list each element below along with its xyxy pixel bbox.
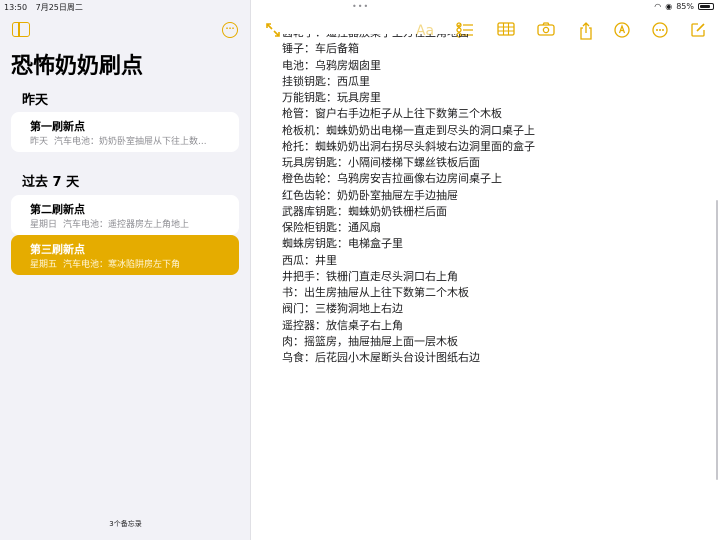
note-count: 3个备忘录 xyxy=(109,520,142,528)
status-right: ◠ ◉ 85% xyxy=(654,2,714,11)
note-line: 枪板机：蜘蛛奶奶出电梯一直走到尽头的洞口桌子上 xyxy=(282,123,535,137)
note-card-2[interactable]: 第二刷新点 星期日 汽车电池：遥控器房左上角地上 xyxy=(11,195,239,235)
multitasking-dots-icon[interactable]: ••• xyxy=(352,2,369,11)
battery-icon xyxy=(698,3,714,10)
note-line: 挂锁钥匙：西瓜里 xyxy=(282,74,370,88)
note-line: 肉：摇篮房，抽屉抽屉上面一层木板 xyxy=(282,334,458,348)
note-card-1[interactable]: 第一刷新点 昨天 汽车电池：奶奶卧室抽屉从下往上数... xyxy=(11,112,239,152)
note-line: 橙色齿轮：乌鸦房安吉拉画像右边房间桌子上 xyxy=(282,172,502,186)
note-line: 武器库钥匙：蜘蛛奶奶铁栅栏后面 xyxy=(282,204,447,218)
scrollbar[interactable] xyxy=(716,200,718,480)
note-line: 井把手：铁栅门直走尽头洞口右上角 xyxy=(282,269,458,283)
sidebar-toggle-icon[interactable] xyxy=(12,22,30,37)
note-line: 齿轮手：遥控器放桌子上方往上角地面 xyxy=(282,34,702,41)
note-date: 星期五 xyxy=(30,260,58,270)
status-date: 7月25日周二 xyxy=(35,3,83,12)
note-line: 枪管：窗户右手边柜子从上往下数第三个木板 xyxy=(282,107,502,121)
note-line: 电池：乌鸦房烟囱里 xyxy=(282,58,381,72)
note-card-3[interactable]: 第三刷新点 星期五 汽车电池：寒冰陷阱房左下角 xyxy=(11,235,239,275)
note-preview: 汽车电池：奶奶卧室抽屉从下往上数... xyxy=(54,137,207,147)
note-line: 阀门：三楼狗洞地上右边 xyxy=(282,302,403,316)
note-editor[interactable]: 齿轮手：遥控器放桌子上方往上角地面锤子：车后备箱电池：乌鸦房烟囱里挂锁钥匙：西瓜… xyxy=(282,34,702,514)
note-subtitle: 星期日 汽车电池：遥控器房左上角地上 xyxy=(30,217,231,230)
note-line: 玩具房钥匙：小隔间楼梯下螺丝铁板后面 xyxy=(282,156,480,169)
note-date: 昨天 xyxy=(30,137,49,147)
section-title-yesterday: 昨天 xyxy=(22,93,49,108)
status-left: 13:50 7月25日周二 xyxy=(4,2,89,13)
note-line: 书：出生房抽屉从上往下数第二个木板 xyxy=(282,286,469,299)
sidebar: ··· 恐怖奶奶刷点 昨天 第一刷新点 昨天 汽车电池：奶奶卧室抽屉从下往上数..… xyxy=(0,0,251,540)
more-options-icon[interactable]: ··· xyxy=(222,22,238,38)
note-line: 锤子：车后备箱 xyxy=(282,42,359,56)
note-line: 西瓜：井里 xyxy=(282,253,337,267)
note-title: 第三刷新点 xyxy=(30,243,85,256)
note-subtitle: 昨天 汽车电池：奶奶卧室抽屉从下往上数... xyxy=(30,134,231,147)
expand-icon[interactable] xyxy=(264,22,282,40)
note-line: 蜘蛛房钥匙：电梯盒子里 xyxy=(282,237,403,251)
note-line: 遥控器：放信桌子右上角 xyxy=(282,318,403,332)
status-time: 13:50 xyxy=(4,3,28,12)
note-line: 保险柜钥匙：通风扇 xyxy=(282,221,381,234)
note-line: 乌食：后花园小木屋断头台设计图纸右边 xyxy=(282,351,480,364)
wifi-icon: ◠ xyxy=(654,2,662,11)
note-preview: 汽车电池：遥控器房左上角地上 xyxy=(63,220,190,230)
folder-title: 恐怖奶奶刷点 xyxy=(11,54,144,79)
note-date: 星期日 xyxy=(30,220,58,230)
location-icon: ◉ xyxy=(665,2,673,11)
note-title: 第一刷新点 xyxy=(30,120,85,133)
battery-percent: 85% xyxy=(676,2,694,11)
note-subtitle: 星期五 汽车电池：寒冰陷阱房左下角 xyxy=(30,257,231,270)
note-line: 枪托：蜘蛛奶奶出洞右拐尽头斜坡右边洞里面的盒子 xyxy=(282,139,535,153)
note-title: 第二刷新点 xyxy=(30,203,85,216)
note-preview: 汽车电池：寒冰陷阱房左下角 xyxy=(63,260,181,270)
section-title-last-7-days: 过去 7 天 xyxy=(22,175,80,190)
note-line: 红色齿轮：奶奶卧室抽屉左手边抽屉 xyxy=(282,188,458,202)
note-line: 万能钥匙：玩具房里 xyxy=(282,91,381,104)
status-bar: 13:50 7月25日周二 ••• ◠ ◉ 85% xyxy=(0,0,720,14)
